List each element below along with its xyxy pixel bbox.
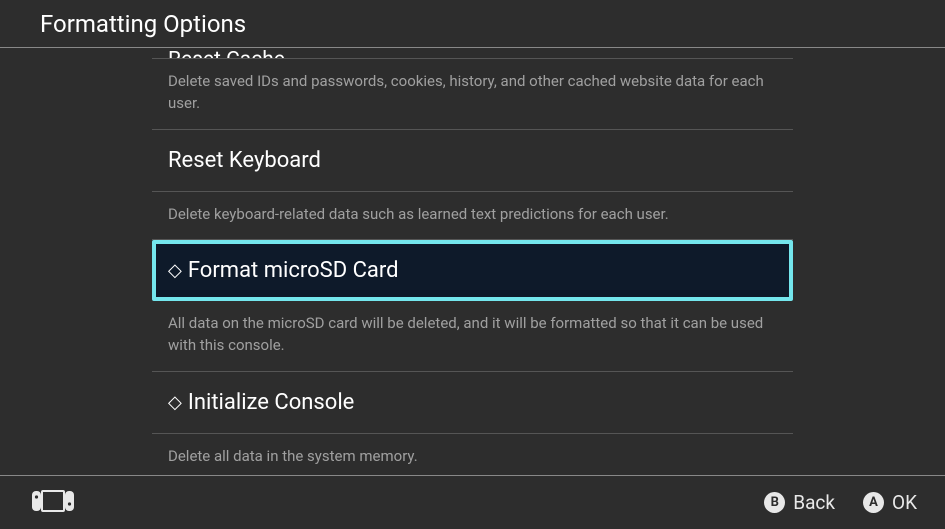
- list-item: Reset Keyboard Delete keyboard-related d…: [152, 130, 793, 240]
- back-hint[interactable]: B Back: [764, 491, 835, 514]
- format-microsd-button[interactable]: ◇ Format microSD Card: [152, 240, 793, 301]
- ok-label: OK: [892, 491, 917, 514]
- options-list: Reset Cache Delete saved IDs and passwor…: [152, 48, 793, 475]
- diamond-icon: ◇: [168, 392, 182, 413]
- footer-left: [28, 489, 78, 517]
- reset-keyboard-title[interactable]: Reset Keyboard: [152, 130, 793, 191]
- format-microsd-desc: All data on the microSD card will be del…: [152, 301, 793, 371]
- reset-keyboard-desc: Delete keyboard-related data such as lea…: [152, 192, 793, 240]
- format-microsd-label: Format microSD Card: [188, 258, 399, 283]
- initialize-console-desc: Delete all data in the system memory.: [152, 434, 793, 475]
- footer-right: B Back A OK: [764, 491, 917, 514]
- page-title: Formatting Options: [40, 10, 246, 38]
- list-item: Reset Cache Delete saved IDs and passwor…: [152, 48, 793, 129]
- initialize-console-label: Initialize Console: [188, 390, 355, 415]
- list-item: ◇ Initialize Console Delete all data in …: [152, 372, 793, 475]
- back-label: Back: [793, 491, 835, 514]
- b-button-icon: B: [764, 492, 785, 513]
- list-item: ◇ Format microSD Card All data on the mi…: [152, 240, 793, 371]
- reset-cache-desc: Delete saved IDs and passwords, cookies,…: [152, 59, 793, 129]
- reset-cache-title[interactable]: Reset Cache: [152, 48, 793, 58]
- content-area: Reset Cache Delete saved IDs and passwor…: [0, 48, 945, 475]
- controller-icon: [28, 489, 78, 513]
- initialize-console-button[interactable]: ◇ Initialize Console: [152, 372, 793, 433]
- diamond-icon: ◇: [168, 260, 182, 281]
- footer-bar: B Back A OK: [0, 475, 945, 529]
- header-bar: Formatting Options: [0, 0, 945, 48]
- a-button-icon: A: [863, 492, 884, 513]
- ok-hint[interactable]: A OK: [863, 491, 917, 514]
